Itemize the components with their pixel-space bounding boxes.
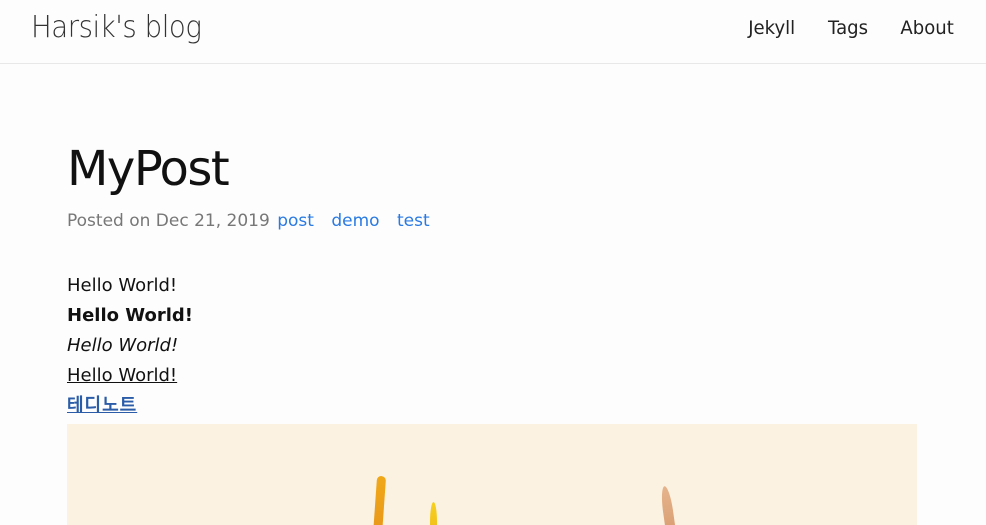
tag-link-demo[interactable]: demo [331, 211, 379, 231]
nav-link-about[interactable]: About [900, 17, 953, 39]
text-plain: Hello World! [67, 275, 178, 296]
post-article: MyPost Posted on Dec 21, 2019 post demo … [67, 138, 917, 421]
site-header: Harsik's blog Jekyll Tags About [0, 0, 986, 64]
post-title: MyPost [67, 141, 230, 197]
text-bold: Hello World! [67, 305, 193, 326]
tag-link-test[interactable]: test [397, 211, 430, 231]
korean-link[interactable]: 테디노트 [67, 395, 137, 416]
site-title-link[interactable]: Harsik's blog [31, 10, 202, 45]
text-italic: Hello World! [67, 335, 179, 356]
post-date: Posted on Dec 21, 2019 [67, 211, 270, 231]
nav-link-jekyll[interactable]: Jekyll [749, 17, 796, 39]
post-content: Hello World! Hello World! Hello World! H… [67, 271, 917, 421]
image-yellow-stroke-small [430, 502, 437, 525]
post-image [67, 424, 917, 525]
image-peach-stroke [659, 485, 677, 525]
top-nav: Jekyll Tags About [747, 17, 955, 39]
tag-link-post[interactable]: post [277, 211, 314, 231]
post-meta: Posted on Dec 21, 2019 post demo test [67, 211, 917, 231]
text-underline: Hello World! [67, 365, 178, 386]
nav-link-tags[interactable]: Tags [828, 17, 868, 39]
image-yellow-stroke [372, 475, 387, 525]
